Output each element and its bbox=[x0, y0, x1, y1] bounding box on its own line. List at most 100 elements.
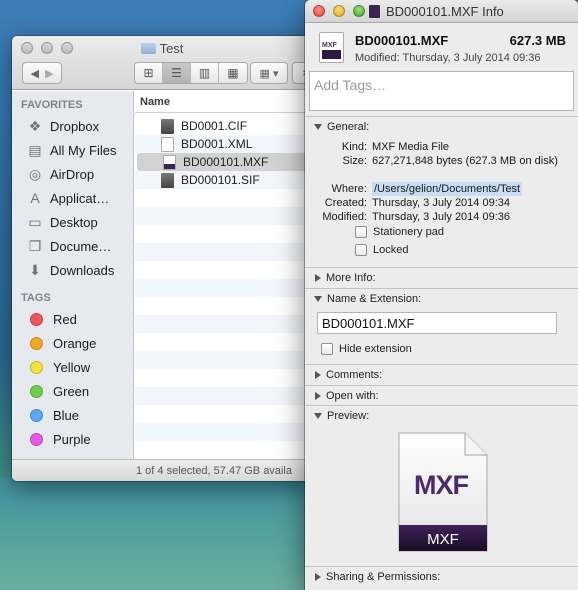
purple-tag-icon bbox=[30, 432, 43, 446]
favorites-heading: FAVORITES bbox=[21, 99, 83, 111]
sidebar-item-label: Green bbox=[53, 383, 90, 399]
empty-row bbox=[135, 243, 312, 261]
empty-row bbox=[135, 423, 312, 441]
finder-title-text: Test bbox=[159, 41, 184, 56]
sidebar-tag-yellow[interactable]: Yellow bbox=[12, 355, 133, 379]
disclosure-right-icon bbox=[315, 572, 321, 581]
where-value[interactable]: /Users/gelion/Documents/Test bbox=[372, 182, 523, 196]
stationery-pad-checkbox[interactable]: Stationery pad bbox=[355, 226, 444, 238]
coverflow-view-icon[interactable]: ▦ bbox=[219, 63, 247, 83]
icon-view-icon[interactable]: ⊞ bbox=[135, 63, 163, 83]
tags-input[interactable]: Add Tags… bbox=[309, 71, 574, 111]
sidebar-item-label: Dropbox bbox=[50, 118, 100, 134]
empty-row bbox=[135, 369, 312, 387]
info-header: MXF BD000101.MXF 627.3 MB Modified: Thur… bbox=[305, 24, 578, 70]
file-name: BD000101.MXF bbox=[183, 155, 269, 169]
sharing-permissions-section-header[interactable]: Sharing & Permissions: bbox=[305, 566, 578, 586]
sidebar-item-dropbox[interactable]: ❖ Dropbox bbox=[12, 114, 133, 138]
sidebar-item-downloads[interactable]: ⬇ Downloads bbox=[12, 258, 133, 282]
back-forward-button[interactable]: ◀ ▶ bbox=[22, 62, 62, 84]
sidebar-item-label: Red bbox=[53, 311, 77, 327]
sidebar-item-label: Downloads bbox=[50, 262, 115, 278]
open-with-section-header[interactable]: Open with: bbox=[305, 385, 578, 405]
file-row-selected[interactable]: BD000101.MXF bbox=[137, 153, 310, 171]
empty-row bbox=[135, 225, 312, 243]
disclosure-right-icon bbox=[315, 370, 321, 379]
preview-section-header[interactable]: Preview: bbox=[305, 405, 578, 425]
comments-section-header[interactable]: Comments: bbox=[305, 364, 578, 384]
file-row[interactable]: BD0001.CIF bbox=[135, 117, 312, 135]
info-title: BD000101.MXF Info bbox=[369, 4, 578, 19]
created-value: Thursday, 3 July 2014 09:34 bbox=[372, 197, 510, 209]
sidebar-tag-orange[interactable]: Orange bbox=[12, 331, 133, 355]
file-row[interactable]: BD000101.SIF bbox=[135, 171, 312, 189]
preview-badge-text: MXF bbox=[427, 531, 459, 548]
preview-image: MXF MXF bbox=[391, 431, 491, 555]
sidebar-item-label: Docume… bbox=[50, 238, 112, 254]
checkbox-icon bbox=[355, 226, 367, 238]
sidebar-tag-red[interactable]: Red bbox=[12, 307, 133, 331]
file-size: 627.3 MB bbox=[509, 33, 566, 48]
name-column-header[interactable]: Name bbox=[135, 91, 312, 113]
folder-icon bbox=[140, 43, 156, 54]
name-field[interactable]: BD000101.MXF bbox=[317, 312, 557, 334]
column-view-icon[interactable]: ▥ bbox=[191, 63, 219, 83]
name-extension-section-header[interactable]: Name & Extension: bbox=[305, 288, 578, 308]
sidebar-item-label: Blue bbox=[53, 407, 80, 423]
zoom-button[interactable] bbox=[353, 5, 365, 17]
disclosure-right-icon bbox=[315, 273, 321, 282]
file-name: BD0001.CIF bbox=[181, 119, 248, 133]
tags-heading: TAGS bbox=[21, 292, 51, 304]
info-window: BD000101.MXF Info MXF BD000101.MXF 627.3… bbox=[305, 0, 578, 590]
sidebar-tag-purple[interactable]: Purple bbox=[12, 427, 133, 451]
sidebar-item-label: Orange bbox=[53, 335, 97, 351]
empty-row bbox=[135, 387, 312, 405]
forward-arrow-icon: ▶ bbox=[45, 67, 54, 80]
sidebar-item-label: AirDrop bbox=[50, 166, 95, 182]
sidebar-item-airdrop[interactable]: ◎ AirDrop bbox=[12, 162, 133, 186]
info-titlebar: BD000101.MXF Info bbox=[305, 0, 578, 23]
dropbox-icon: ❖ bbox=[28, 117, 42, 134]
checkbox-label: Stationery pad bbox=[373, 226, 444, 238]
hide-extension-checkbox[interactable]: Hide extension bbox=[321, 343, 412, 355]
sidebar-item-label: Applicat… bbox=[50, 190, 110, 206]
empty-row bbox=[135, 405, 312, 423]
section-label: Comments: bbox=[326, 368, 383, 381]
empty-row bbox=[135, 333, 312, 351]
checkbox-label: Hide extension bbox=[339, 343, 412, 355]
sidebar-item-desktop[interactable]: ▭ Desktop bbox=[12, 210, 133, 234]
close-button[interactable] bbox=[313, 5, 325, 17]
xml-file-icon bbox=[161, 136, 174, 152]
disclosure-down-icon bbox=[314, 123, 322, 130]
arrange-button[interactable]: ▦ ▾ bbox=[250, 62, 288, 84]
back-arrow-icon: ◀ bbox=[30, 67, 39, 80]
mxf-file-icon bbox=[163, 154, 176, 170]
modified-summary: Modified: Thursday, 3 July 2014 09:36 bbox=[355, 52, 541, 64]
mxf-preview-icon: MXF MXF bbox=[398, 432, 488, 552]
sidebar-item-documents[interactable]: ❐ Docume… bbox=[12, 234, 133, 258]
locked-checkbox[interactable]: Locked bbox=[355, 244, 408, 256]
section-label: Sharing & Permissions: bbox=[326, 570, 441, 583]
more-info-section-header[interactable]: More Info: bbox=[305, 267, 578, 287]
sidebar-tag-green[interactable]: Green bbox=[12, 379, 133, 403]
sidebar-item-applications[interactable]: A Applicat… bbox=[12, 186, 133, 210]
checkbox-label: Locked bbox=[373, 244, 409, 256]
file-row[interactable]: BD0001.XML bbox=[135, 135, 312, 153]
sidebar-tag-blue[interactable]: Blue bbox=[12, 403, 133, 427]
generic-file-icon bbox=[161, 118, 174, 134]
general-section-header[interactable]: General: bbox=[305, 116, 578, 136]
downloads-icon: ⬇ bbox=[29, 261, 41, 278]
created-label: Created: bbox=[324, 197, 367, 209]
list-view-icon[interactable]: ☰ bbox=[163, 63, 191, 83]
sidebar-item-all-my-files[interactable]: ▤ All My Files bbox=[12, 138, 133, 162]
green-tag-icon bbox=[30, 384, 43, 398]
blue-tag-icon bbox=[30, 408, 43, 422]
view-switcher[interactable]: ⊞ ☰ ▥ ▦ bbox=[134, 62, 248, 84]
disclosure-right-icon bbox=[315, 391, 321, 400]
yellow-tag-icon bbox=[30, 360, 43, 374]
file-name: BD0001.XML bbox=[181, 137, 253, 151]
red-tag-icon bbox=[30, 312, 43, 326]
minimize-button[interactable] bbox=[333, 5, 345, 17]
finder-window: Test ◀ ▶ ⊞ ☰ ▥ ▦ ▦ ▾ ✲ FAVORITES ❖ Dropbo… bbox=[12, 36, 312, 481]
all-my-files-icon: ▤ bbox=[28, 141, 42, 158]
